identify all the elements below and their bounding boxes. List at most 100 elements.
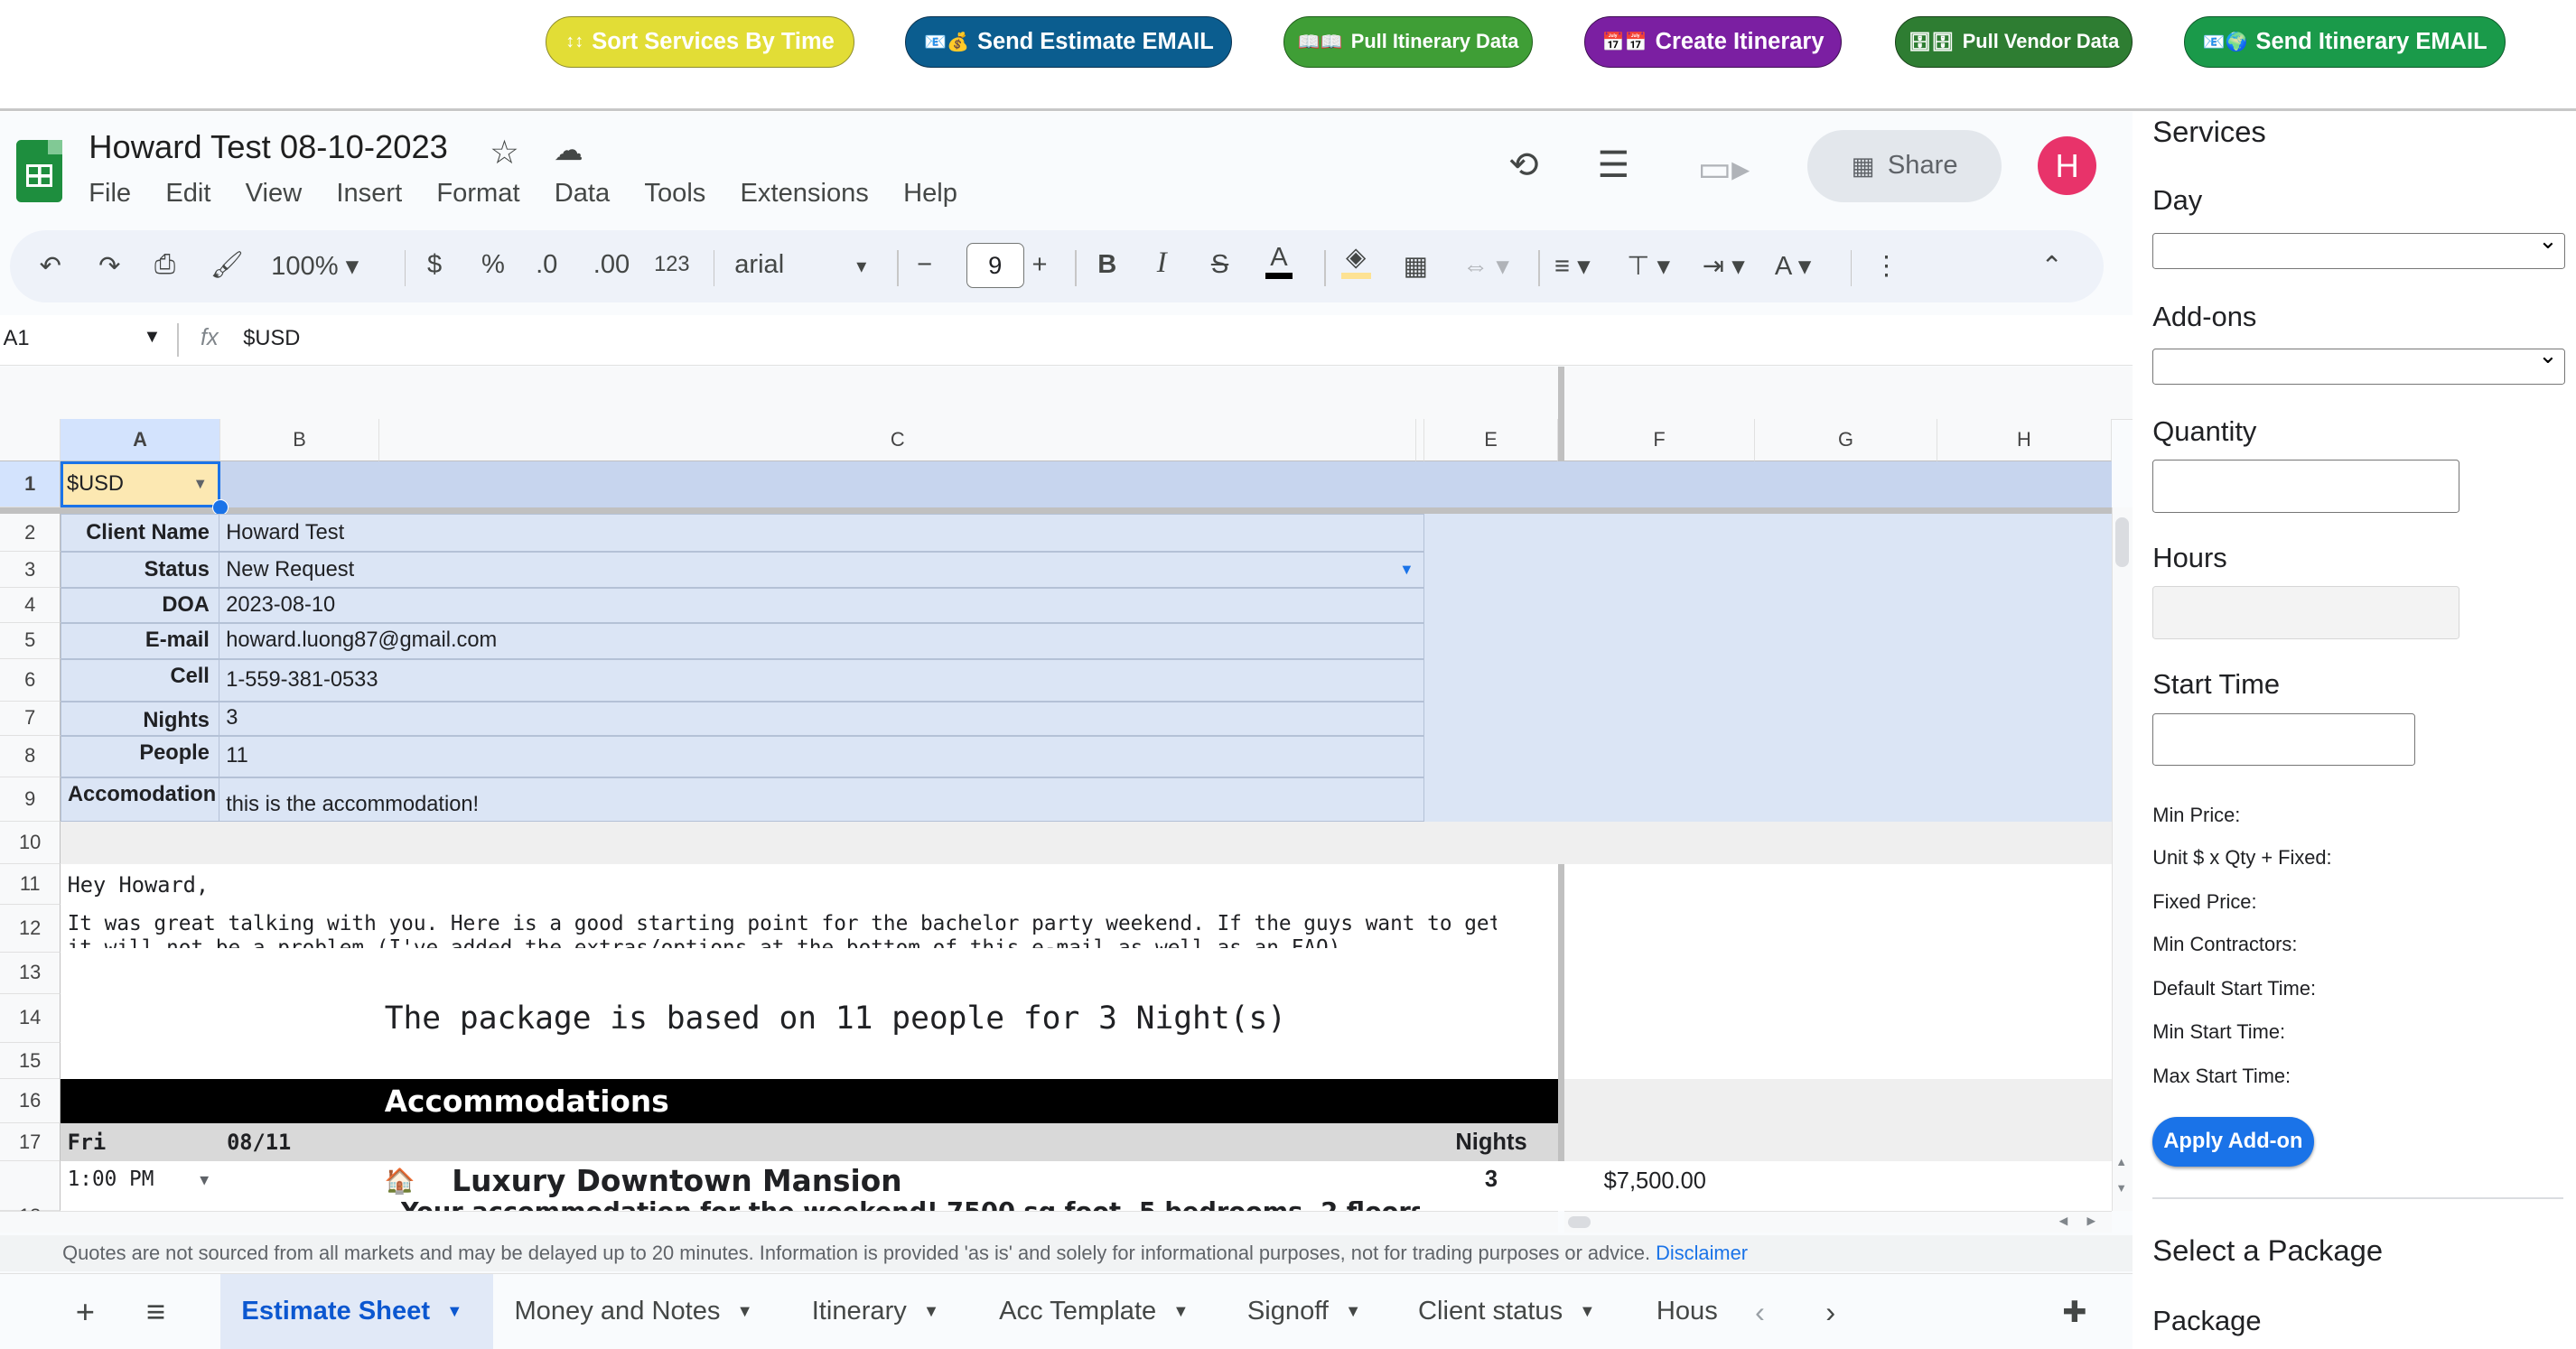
undo-icon[interactable]: ↶ [40,250,61,282]
apply-addon-button[interactable]: Apply Add-on [2152,1117,2314,1167]
tab-client-status[interactable]: Client status ▼ [1418,1274,1595,1349]
menu-data[interactable]: Data [555,179,610,209]
tab-itinerary[interactable]: Itinerary ▼ [812,1274,939,1349]
horizontal-align-icon[interactable]: ≡ ▾ [1554,250,1591,282]
row-header-11[interactable]: 11 [0,863,61,906]
cloud-status-icon[interactable]: ☁ [554,133,583,167]
package-summary-text[interactable]: The package is based on 11 people for 3 … [385,994,1286,1044]
row-header-3[interactable]: 3 [0,552,61,589]
date-label[interactable]: 08/11 [227,1123,291,1161]
sheets-logo-icon[interactable] [16,139,63,202]
horizontal-scrollbar[interactable]: ◀ ▶ [1563,1210,2112,1233]
send-itinerary-email-button[interactable]: 📧🌍 Send Itinerary EMAIL [2183,16,2506,68]
row-header-17[interactable]: 17 [0,1123,61,1162]
increase-decimal-button[interactable]: .00 [593,250,630,280]
row-header-16[interactable]: 16 [0,1079,61,1124]
menu-view[interactable]: View [246,179,303,209]
dropdown-arrow-icon[interactable]: ▼ [193,476,208,493]
menu-extensions[interactable]: Extensions [741,179,869,209]
scroll-right-icon[interactable]: ▶ [2087,1214,2096,1228]
hours-input[interactable] [2152,586,2460,639]
column-header-g[interactable]: G [1755,418,1937,462]
comments-icon[interactable]: ☰ [1597,144,1629,186]
column-header-d-hidden[interactable] [1416,418,1425,462]
item-time[interactable]: 1:00 PM ▼ [68,1161,219,1197]
column-header-a[interactable]: A [61,418,220,462]
value-cell[interactable]: 1-559-381-0533 [218,658,1425,702]
font-size-decrease-button[interactable]: − [917,250,932,280]
tab-menu-icon[interactable]: ▼ [446,1302,462,1321]
sort-services-button[interactable]: ↕↕ Sort Services By Time [546,16,855,68]
text-wrap-icon[interactable]: ⇥ ▾ [1703,250,1745,282]
explore-icon[interactable]: ✚ [2062,1274,2086,1349]
font-size-increase-button[interactable]: + [1032,250,1048,280]
column-header-f[interactable]: F [1563,418,1755,462]
quantity-input[interactable] [2152,460,2460,513]
row-header-15[interactable]: 15 [0,1043,61,1080]
addons-select[interactable] [2152,342,2565,385]
menu-help[interactable]: Help [903,179,957,209]
version-history-icon[interactable]: ⟲ [1508,144,1539,186]
merge-cells-icon[interactable]: ⇔ ▾ [1462,250,1509,282]
status-dropdown-icon[interactable]: ▼ [1399,562,1414,579]
zoom-select[interactable]: 100% ▾ [271,250,359,282]
row-header-2[interactable]: 2 [0,514,61,553]
tab-menu-icon[interactable]: ▼ [1345,1302,1361,1321]
fill-color-icon[interactable]: ◈ [1340,243,1371,279]
value-accomodation[interactable]: this is the accommodation! [218,777,1425,822]
avatar[interactable]: H [2037,135,2097,196]
scroll-left-icon[interactable]: ◀ [2059,1214,2068,1228]
text-rotate-icon[interactable]: A ▾ [1775,250,1812,282]
cell-a1-currency[interactable]: $USD ▼ [61,461,220,508]
row-header-12[interactable]: 12 [0,905,61,954]
vertical-scroll-thumb[interactable] [2115,517,2129,567]
value-email[interactable]: howard.luong87@gmail.com [218,622,1425,659]
scroll-down-icon[interactable]: ▼ [2115,1181,2127,1195]
value-doa[interactable]: 2023-08-10 [218,588,1425,623]
row-header-1[interactable]: 1 [0,461,61,508]
name-box[interactable]: A1 ▼ [4,327,162,351]
column-header-h[interactable]: H [1937,418,2112,462]
row-header-7[interactable]: 7 [0,701,61,737]
column-header-b[interactable]: B [219,418,380,462]
tab-money-and-notes[interactable]: Money and Notes ▼ [514,1274,752,1349]
decrease-decimal-button[interactable]: .0 [536,250,557,280]
redo-icon[interactable]: ↷ [98,250,120,282]
pull-vendor-data-button[interactable]: 🗄🗄 Pull Vendor Data [1894,16,2133,68]
tab-menu-icon[interactable]: ▼ [737,1302,753,1321]
formula-input[interactable]: $USD [243,327,300,351]
accommodations-header[interactable]: Accommodations [61,1079,1558,1124]
time-dropdown-icon[interactable]: ▼ [200,1171,209,1188]
horizontal-scroll-thumb[interactable] [1567,1216,1591,1228]
value-people[interactable]: 11 [218,736,1425,777]
currency-format-button[interactable]: $ [427,250,442,280]
greeting-text[interactable]: Hey Howard, [68,864,210,905]
more-options-icon[interactable]: ⋮ [1873,250,1899,282]
italic-icon[interactable]: I [1157,247,1167,280]
create-itinerary-button[interactable]: 📅📅 Create Itinerary [1583,16,1843,68]
nights-column-label[interactable]: Nights [1424,1123,1557,1161]
scroll-up-icon[interactable]: ▲ [2115,1155,2127,1168]
menu-edit[interactable]: Edit [165,179,210,209]
value-nights[interactable]: 3 [218,701,1425,737]
font-size-input[interactable]: 9 [966,243,1024,288]
tab-signoff[interactable]: Signoff ▼ [1247,1274,1361,1349]
add-sheet-button[interactable]: + [76,1274,95,1349]
tab-menu-icon[interactable]: ▼ [1172,1302,1189,1321]
row-header-18[interactable]: 18 [0,1161,61,1227]
menu-format[interactable]: Format [436,179,519,209]
all-sheets-menu-icon[interactable]: ≡ [146,1274,165,1349]
start-time-input[interactable] [2152,712,2416,766]
tab-acc-template[interactable]: Acc Template ▼ [999,1274,1189,1349]
row-header-4[interactable]: 4 [0,588,61,623]
tab-menu-icon[interactable]: ▼ [1579,1302,1595,1321]
item-nights[interactable]: 3 [1424,1161,1557,1197]
frozen-row-divider[interactable] [0,507,2112,515]
select-all-corner[interactable] [0,418,61,462]
row-header-8[interactable]: 8 [0,736,61,777]
more-formats-button[interactable]: 123 [654,253,689,277]
menu-file[interactable]: File [89,179,131,209]
menu-insert[interactable]: Insert [336,179,402,209]
paint-format-icon[interactable]: 🖌 [210,250,244,281]
tab-menu-icon[interactable]: ▼ [923,1302,939,1321]
